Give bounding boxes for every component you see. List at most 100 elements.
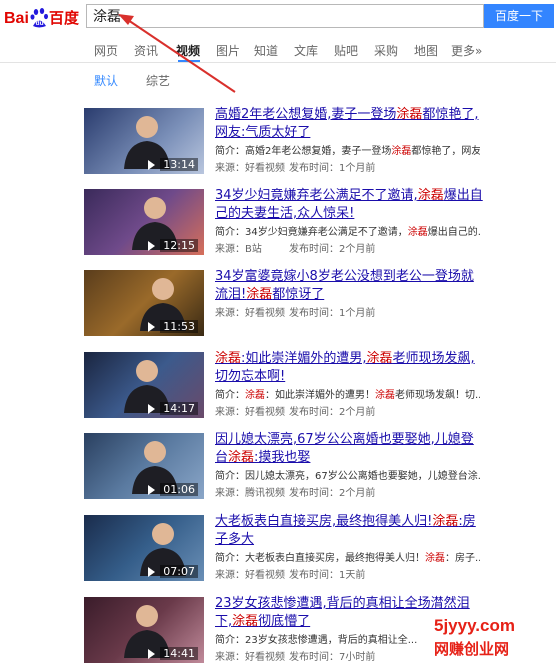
video-meta: 来源：腾讯视频 发布时间：2个月前 [215, 486, 480, 502]
video-summary: 简介：因儿媳太漂亮，67岁公公离婚也要娶她，儿媳登台涂... [215, 469, 480, 485]
video-thumbnail[interactable]: 01:06 [84, 433, 204, 499]
title-text: 34岁少妇竟嫌弃老公满足不了邀请, [215, 188, 418, 203]
header-bar: Bai du 百度 百度一下 [0, 0, 556, 36]
search-input[interactable] [87, 5, 479, 27]
video-thumbnail[interactable]: 11:53 [84, 270, 204, 336]
video-duration: 13:14 [160, 158, 198, 171]
watermark-url: 5jyyy.com [434, 616, 515, 635]
video-meta: 来源：B站 发布时间：2个月前 [215, 242, 480, 258]
video-source: 来源：腾讯视频 [215, 488, 285, 499]
tab-tieba[interactable]: 贴吧 [334, 42, 358, 59]
video-meta: 来源：好看视频 发布时间：1天前 [215, 568, 480, 584]
keyword-highlight: 涂磊 [228, 450, 255, 465]
video-source: 来源：好看视频 [215, 652, 285, 663]
summary-text: 简介： [215, 390, 245, 401]
tab-video[interactable]: 视频 [176, 42, 200, 59]
svg-text:百度: 百度 [49, 9, 80, 27]
publish-time: 发布时间：1个月前 [289, 308, 376, 319]
publish-time: 发布时间：1天前 [289, 570, 366, 581]
subtab-default[interactable]: 默认 [94, 72, 118, 89]
video-thumbnail[interactable]: 14:41 [84, 597, 204, 663]
nav-tabs: 网页 资讯 视频 图片 知道 文库 贴吧 采购 地图 更多» [0, 36, 556, 62]
play-icon [148, 649, 155, 659]
video-thumbnail[interactable]: 13:14 [84, 108, 204, 174]
video-title-link[interactable]: 34岁富婆竟嫁小8岁老公没想到老公一登场就流泪!涂磊都惊讶了 [215, 268, 485, 304]
tab-map[interactable]: 地图 [414, 42, 438, 59]
keyword-highlight: 涂磊 [407, 227, 428, 238]
search-button[interactable]: 百度一下 [484, 4, 554, 28]
tabs-divider [0, 62, 556, 63]
keyword-highlight: 涂磊 [215, 351, 242, 366]
play-icon [148, 322, 155, 332]
tab-news[interactable]: 资讯 [134, 42, 158, 59]
video-thumbnail[interactable]: 07:07 [84, 515, 204, 581]
title-text: :摸我也娶 [254, 450, 311, 465]
tab-purchase[interactable]: 采购 [374, 42, 398, 59]
keyword-highlight: 涂磊 [232, 614, 259, 629]
video-duration: 01:06 [160, 483, 198, 496]
keyword-highlight: 涂磊 [246, 287, 273, 302]
publish-time: 发布时间：2个月前 [289, 407, 376, 418]
tab-more[interactable]: 更多» [451, 42, 482, 59]
subtab-variety[interactable]: 综艺 [146, 72, 170, 89]
play-icon [148, 485, 155, 495]
video-source: 来源：好看视频 [215, 163, 285, 174]
summary-text: ：如此崇洋媚外的遭男！ [265, 390, 375, 401]
video-title-link[interactable]: 因儿媳太漂亮,67岁公公离婚也要娶她,儿媳登台涂磊:摸我也娶 [215, 431, 485, 467]
video-duration: 14:41 [160, 647, 198, 660]
summary-text: 简介：高婚2年老公想复婚，妻子一登场 [215, 146, 392, 157]
tab-images[interactable]: 图片 [216, 42, 240, 59]
video-meta: 来源：好看视频 发布时间：1个月前 [215, 306, 480, 322]
summary-text: 简介：大老板表白直接买房，最终抱得美人归！ [215, 553, 425, 564]
play-icon [148, 404, 155, 414]
video-source: 来源：好看视频 [215, 308, 285, 319]
play-icon [148, 241, 155, 251]
video-source: 来源：好看视频 [215, 407, 285, 418]
video-summary: 简介：涂磊：如此崇洋媚外的遭男！涂磊老师现场发飙！切... [215, 388, 480, 404]
summary-text: 简介：23岁女孩悲惨遭遇，背后的真相让全... [215, 635, 418, 646]
video-result-item: 12:15 34岁少妇竟嫌弃老公满足不了邀请,涂磊爆出自己的夫妻生活,众人惊呆! 简… [84, 187, 485, 261]
title-text: :如此崇洋媚外的遭男, [241, 351, 367, 366]
tab-zhidao[interactable]: 知道 [254, 42, 278, 59]
watermark-name: 网赚创业网 [434, 640, 510, 658]
video-duration: 11:53 [160, 320, 198, 333]
video-title-link[interactable]: 34岁少妇竟嫌弃老公满足不了邀请,涂磊爆出自己的夫妻生活,众人惊呆! [215, 187, 485, 223]
video-duration: 14:17 [160, 402, 198, 415]
video-summary: 简介：大老板表白直接买房，最终抱得美人归！涂磊：房子... [215, 551, 480, 567]
video-meta: 来源：好看视频 发布时间：2个月前 [215, 405, 480, 421]
publish-time: 发布时间：7小时前 [289, 652, 376, 663]
summary-text: 老师现场发飙！切... [395, 390, 480, 401]
keyword-highlight: 涂磊 [366, 351, 393, 366]
video-thumbnail[interactable]: 14:17 [84, 352, 204, 418]
publish-time: 发布时间：1个月前 [289, 163, 376, 174]
paw-icon: du [30, 8, 48, 28]
publish-time: 发布时间：2个月前 [289, 488, 376, 499]
keyword-highlight: 涂磊 [432, 514, 459, 529]
video-duration: 07:07 [160, 565, 198, 578]
video-title-link[interactable]: 高婚2年老公想复婚,妻子一登场涂磊都惊艳了,网友:气质太好了 [215, 106, 485, 142]
summary-text: 都惊艳了，网友... [411, 146, 480, 157]
search-field[interactable] [86, 4, 484, 28]
video-summary: 简介：高婚2年老公想复婚，妻子一登场涂磊都惊艳了，网友... [215, 144, 480, 160]
video-duration: 12:15 [160, 239, 198, 252]
keyword-highlight: 涂磊 [396, 107, 423, 122]
video-result-item: 14:17 涂磊:如此崇洋媚外的遭男,涂磊老师现场发飙,切勿忘本啊! 简介：涂磊：如… [84, 350, 485, 424]
baidu-logo[interactable]: Bai du 百度 [4, 4, 84, 30]
tab-webpage[interactable]: 网页 [94, 42, 118, 59]
keyword-highlight: 涂磊 [417, 188, 444, 203]
keyword-highlight: 涂磊 [425, 553, 445, 564]
keyword-highlight: 涂磊 [245, 390, 265, 401]
svg-text:Bai: Bai [4, 10, 29, 27]
video-summary: 简介：34岁少妇竟嫌弃老公满足不了邀请，涂磊爆出自己的... [215, 225, 480, 241]
video-source: 来源：好看视频 [215, 570, 285, 581]
video-result-item: 14:41 23岁女孩悲惨遭遇,背后的真相让全场潸然泪下,涂磊彻底懵了 简介：23岁… [84, 596, 484, 669]
video-source: 来源：B站 [215, 244, 262, 255]
video-thumbnail[interactable]: 12:15 [84, 189, 204, 255]
video-result-item: 07:07 大老板表白直接买房,最终抱得美人归!涂磊:房子多大简介：大老板表白直接… [84, 513, 485, 587]
tab-wenku[interactable]: 文库 [294, 42, 318, 59]
video-result-item: 13:14 高婚2年老公想复婚,妻子一登场涂磊都惊艳了,网友:气质太好了简介：高婚… [84, 106, 485, 180]
video-title-link[interactable]: 涂磊:如此崇洋媚外的遭男,涂磊老师现场发飙,切勿忘本啊! [215, 350, 485, 386]
video-title-link[interactable]: 大老板表白直接买房,最终抱得美人归!涂磊:房子多大 [215, 513, 485, 549]
publish-time: 发布时间：2个月前 [289, 244, 376, 255]
svg-text:du: du [36, 20, 44, 27]
